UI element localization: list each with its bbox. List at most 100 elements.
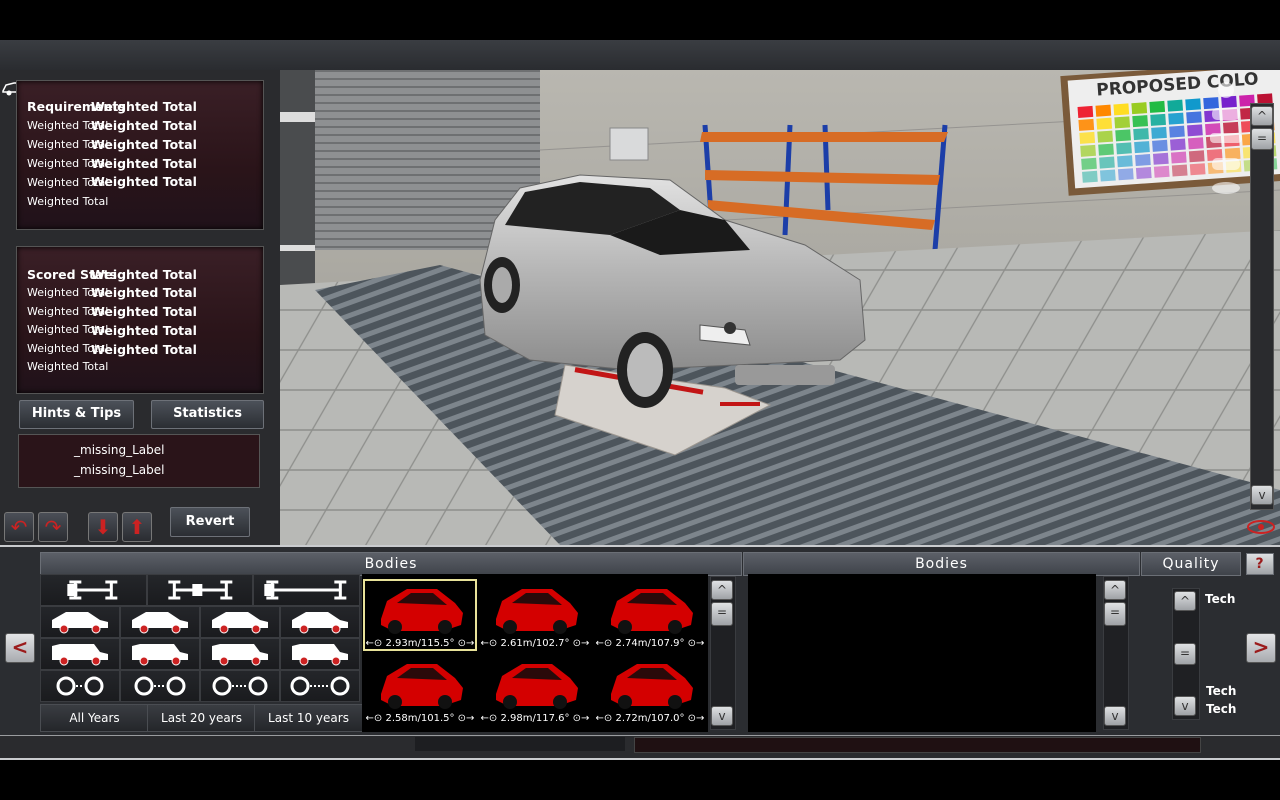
- body-type-filter-cell[interactable]: [200, 606, 280, 638]
- quality-up-button[interactable]: ^: [1174, 591, 1196, 611]
- body-dimension-label: ←⊙ 2.72m/107.0° ⊙→: [595, 713, 705, 724]
- scroll-thumb[interactable]: =: [1251, 128, 1273, 150]
- body-type-filter-cell[interactable]: [280, 606, 360, 638]
- statistics-button[interactable]: Statistics: [151, 400, 264, 429]
- color-swatch: [1132, 115, 1149, 128]
- redo-button[interactable]: ↷: [38, 512, 68, 542]
- color-swatch: [1113, 103, 1130, 116]
- wheelbase-medium-icon: [134, 676, 186, 696]
- grip-icon: =: [1109, 605, 1121, 619]
- scroll-up-button[interactable]: ^: [1251, 106, 1273, 126]
- scored-stat-row-value: Weighted Total: [91, 342, 197, 357]
- body-thumbnail[interactable]: ←⊙ 2.61m/102.7° ⊙→: [478, 579, 592, 651]
- body-type-filter-cell[interactable]: [40, 574, 147, 606]
- color-swatch: [1171, 164, 1188, 177]
- drivetrain-front-icon: [67, 580, 118, 600]
- garage-scene[interactable]: PROPOSED COLO: [280, 70, 1280, 545]
- body-type-filter-cell[interactable]: [200, 638, 280, 670]
- scored-stat-row-value: Weighted Total: [91, 323, 197, 338]
- body-type-filter-cell[interactable]: [146, 574, 254, 606]
- color-swatch: [1100, 169, 1116, 182]
- prev-page-button[interactable]: <: [5, 633, 35, 663]
- next-page-button[interactable]: >: [1246, 633, 1276, 663]
- color-swatch: [1186, 111, 1202, 124]
- body-type-filter-cell[interactable]: [120, 670, 200, 702]
- quality-slider-thumb[interactable]: =: [1174, 643, 1196, 665]
- undo-button[interactable]: ↶: [4, 512, 34, 542]
- bodies-scroll-thumb[interactable]: =: [711, 602, 733, 626]
- quality-down-button[interactable]: v: [1174, 696, 1196, 716]
- hatchback-icon: [212, 612, 268, 634]
- requirement-row-label: Weighted Total: [27, 195, 109, 208]
- color-swatch: [1134, 141, 1150, 154]
- body-thumbnail[interactable]: ←⊙ 2.58m/101.5° ⊙→: [363, 654, 477, 726]
- body-type-filter-cell[interactable]: [253, 574, 360, 606]
- redo-icon: ↷: [44, 515, 62, 539]
- body-thumbnail[interactable]: ←⊙ 2.74m/107.9° ⊙→: [593, 579, 707, 651]
- red-car-icon: [611, 664, 693, 709]
- drivetrain-mid-icon: [167, 580, 232, 600]
- color-swatch: [1153, 165, 1170, 178]
- help-button[interactable]: ?: [1246, 553, 1274, 575]
- year-filter-10[interactable]: Last 10 years: [254, 704, 363, 732]
- red-car-icon: [381, 589, 463, 634]
- eye-icon[interactable]: [1246, 516, 1276, 538]
- camera-views: [1204, 78, 1248, 198]
- color-swatch: [1117, 168, 1134, 181]
- color-swatch: [1135, 154, 1151, 167]
- requirement-row-value: Weighted Total: [91, 174, 197, 189]
- chevron-up-icon: ^: [716, 583, 728, 597]
- body-type-filter-cell[interactable]: [280, 638, 360, 670]
- body-dimension-label: ←⊙ 2.93m/115.5° ⊙→: [365, 638, 475, 649]
- body-type-filter-cell[interactable]: [40, 638, 120, 670]
- revert-button[interactable]: Revert: [170, 507, 250, 537]
- missing-label: _missing_Label: [74, 463, 165, 477]
- body-type-filter-cell[interactable]: [280, 670, 360, 702]
- color-swatch: [1097, 130, 1114, 143]
- detail-scroll-down[interactable]: v: [1104, 706, 1126, 726]
- body-type-filter-cell[interactable]: [40, 606, 120, 638]
- year-filter-all[interactable]: All Years: [40, 704, 149, 732]
- color-swatch: [1131, 102, 1148, 115]
- color-swatch: [1078, 118, 1095, 131]
- body-thumbnail[interactable]: ←⊙ 2.93m/115.5° ⊙→: [363, 579, 477, 651]
- scroll-down-button[interactable]: v: [1251, 485, 1273, 505]
- chevron-up-icon: ^: [1256, 109, 1268, 123]
- wagon-icon: [132, 612, 188, 634]
- body-thumbnail[interactable]: ←⊙ 2.72m/107.0° ⊙→: [593, 654, 707, 726]
- color-swatch: [1170, 138, 1186, 151]
- wheelbase-short-icon: [56, 676, 104, 696]
- load-button[interactable]: ⬇: [88, 512, 118, 542]
- chevron-down-icon: v: [718, 709, 726, 723]
- color-swatch: [1152, 152, 1169, 165]
- color-swatch: [1150, 113, 1166, 126]
- download-icon: ⬇: [94, 515, 112, 539]
- color-swatch: [1135, 167, 1152, 180]
- bodies-scroll-up[interactable]: ^: [711, 580, 733, 600]
- body-dimension-label: ←⊙ 2.98m/117.6° ⊙→: [480, 713, 590, 724]
- body-type-filter-cell[interactable]: [200, 670, 280, 702]
- body-type-filter-cell[interactable]: [40, 670, 120, 702]
- missing-labels-box: _missing_Label _missing_Label: [18, 434, 260, 488]
- year-filter-20[interactable]: Last 20 years: [147, 704, 256, 732]
- body-type-filter-cell[interactable]: [120, 606, 200, 638]
- save-button[interactable]: ⬆: [122, 512, 152, 542]
- drivetrain-rear-icon: [264, 580, 347, 600]
- chevron-up-icon: ^: [1179, 594, 1191, 608]
- quality-tech-label: Tech: [1206, 702, 1237, 716]
- scene-scrollbar[interactable]: [1250, 103, 1274, 510]
- body-type-filter-cell[interactable]: [120, 638, 200, 670]
- detail-scroll-up[interactable]: ^: [1104, 580, 1126, 600]
- color-swatch: [1115, 129, 1131, 142]
- red-car-icon: [496, 664, 578, 709]
- scored-stat-row-label: Weighted Total: [27, 360, 109, 373]
- body-thumbnail[interactable]: ←⊙ 2.98m/117.6° ⊙→: [478, 654, 592, 726]
- hints-tips-button[interactable]: Hints & Tips: [19, 400, 134, 429]
- color-swatch: [1169, 125, 1185, 138]
- bodies-header-left: Bodies: [40, 552, 742, 576]
- color-swatch: [1081, 157, 1097, 170]
- scored-stat-row-value: Weighted Total: [91, 304, 197, 319]
- bodies-scroll-down[interactable]: v: [711, 706, 733, 726]
- detail-scroll-thumb[interactable]: =: [1104, 602, 1126, 626]
- color-swatch: [1187, 137, 1204, 150]
